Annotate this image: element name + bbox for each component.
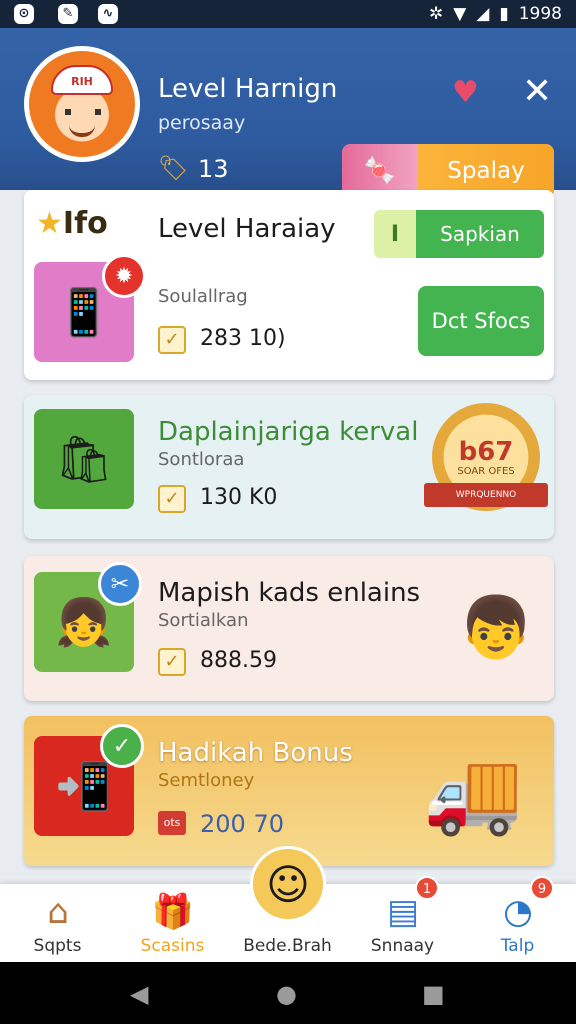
status-time: 1998 [518,4,562,24]
edit-icon: ✎ [58,4,78,24]
nav-item-sqpts[interactable]: ⌂ Sqpts [0,884,115,962]
nav-item-scasins[interactable]: 🎁 Scasins [115,884,230,962]
alert-badge-icon: ✹ [102,254,146,298]
star-icon: ★ [36,206,63,241]
level-card[interactable]: ★Ifo Level Haraiay I Sapkian 📱 ✹ Soulall… [24,190,554,380]
avatar-cap: RIH [51,65,113,95]
nav-label: Talp [500,936,535,956]
nav-label: Snnaay [370,936,435,956]
card-title: Mapish kads enlains [158,578,421,608]
battery-icon: ▮ [499,4,509,24]
card-subtitle: Soulallrag [158,286,248,307]
avatar-mouth [69,125,95,137]
close-icon[interactable]: ✕ [522,72,552,112]
profile-header: RIH Level Harnign perosaay 🏷 13 ♥ ✕ 🍬 Sp… [0,28,576,198]
nav-item-talp[interactable]: ◔ 9 Talp [460,876,575,962]
status-bar: ⊙ ✎ ∿ ✲ ▼ ◢ ▮ 1998 [0,0,576,28]
checkmark-badge-icon: ✓ [100,724,144,768]
settings-icon: ✲ [428,4,444,24]
card-subtitle: Sontloraa [158,449,245,470]
boy-with-coins-icon: 👦 [458,592,534,663]
notification-icon: ⊙ [14,4,34,24]
card-value: 888.59 [200,648,277,673]
avatar[interactable]: RIH [24,46,140,162]
card-subtitle: Semtloney [158,770,255,791]
home-icon: ⌂ [47,892,69,932]
gift-icon: 🎁 [151,892,195,932]
notes-icon: ▤ [386,892,420,932]
header-title: Level Harnign [158,74,338,104]
seal-text: SOAR OFES [457,465,515,477]
home-circle-icon[interactable]: ● [276,982,297,1006]
coin-tag-icon: 🏷 [158,154,189,182]
seal-ribbon: WPRQUENNO [424,483,548,507]
profile-center-button[interactable]: ☺ [250,846,326,922]
header-subtitle: perosaay [158,112,246,134]
delivery-truck-icon: 🚚 [423,746,523,839]
recents-icon[interactable]: ■ [422,982,445,1006]
avatar-face-icon: RIH [29,51,135,157]
kids-card[interactable]: 👧 ✂ Mapish kads enlains Sortialkan ✓ 888… [24,556,554,701]
avatar-eyes [65,109,101,115]
card-value: 200 70 [200,810,284,838]
nav-label: Bede.Brah [243,936,332,956]
signal-icon: ◢ [476,4,490,24]
dct-sfocs-button[interactable]: Dct Sfocs [418,286,544,356]
card-title: Hadikah Bonus [158,738,353,768]
info-tag-label: Ifo [62,206,108,241]
notification-count-badge: 1 [415,876,439,900]
card-value: 283 10) [200,326,286,351]
bonus-card[interactable]: 📲 ✓ Hadikah Bonus Semtloney ots 200 70 🚚 [24,716,554,866]
ots-badge: ots [158,811,186,835]
coin-count: 13 [198,155,229,183]
shopping-card[interactable]: 🛍 Daplainjariga kerval Sontloraa ✓ 130 K… [24,395,554,539]
back-icon[interactable]: ◀ [130,982,148,1006]
checkbox-icon[interactable]: ✓ [158,648,186,676]
info-tag: ★Ifo [36,206,108,241]
seal-number: b67 [458,436,514,467]
system-navigation-bar: ◀ ● ■ [0,962,576,1024]
pill-prefix: I [374,210,416,258]
profile-icon: ☺ [266,859,310,909]
nav-label: Scasins [140,936,205,956]
nav-label: Sqpts [33,936,82,956]
pill-label: Sapkian [416,210,544,258]
help-icon: ◔ [503,892,533,932]
shopping-bags-icon: 🛍 [34,409,134,509]
favorite-heart-icon[interactable]: ♥ [452,76,479,110]
wifi-icon: ▼ [453,4,467,24]
nav-item-snnaay[interactable]: ▤ 1 Snnaay [345,876,460,962]
card-subtitle: Sortialkan [158,610,249,631]
tools-badge-icon: ✂ [98,562,142,606]
notification-count-badge: 9 [530,876,554,900]
checkbox-icon[interactable]: ✓ [158,485,186,513]
gallery-icon: ∿ [98,4,118,24]
card-title: Daplainjariga kerval [158,417,419,447]
checkbox-icon[interactable]: ✓ [158,326,186,354]
card-title: Level Haraiay [158,214,336,244]
card-value: 130 K0 [200,485,278,510]
sapkian-pill-button[interactable]: I Sapkian [374,210,544,258]
